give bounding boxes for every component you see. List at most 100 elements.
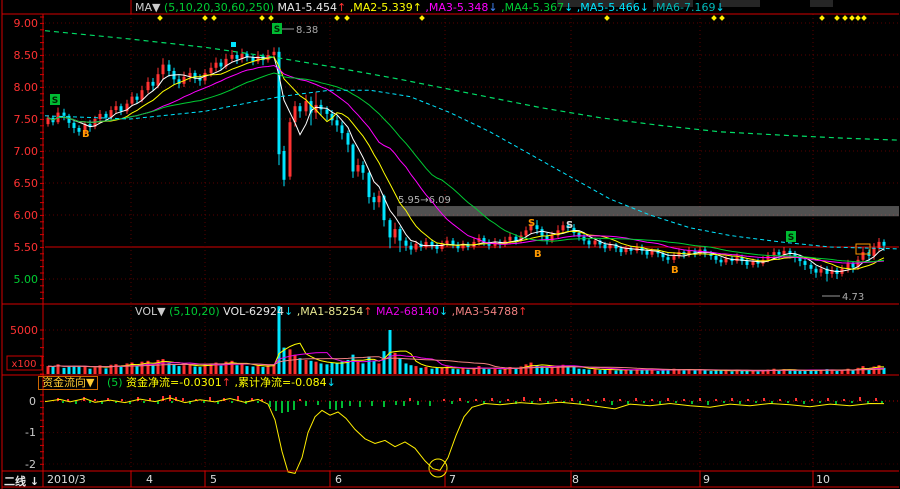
fund-bar-positive xyxy=(635,398,637,401)
candle-body xyxy=(394,229,397,237)
candle-body xyxy=(357,165,360,171)
fund-axis-label: -2 xyxy=(25,458,36,471)
fund-bar-positive xyxy=(523,397,525,401)
volume-bar xyxy=(662,370,665,374)
candle-body xyxy=(289,122,292,176)
ma-dropdown[interactable]: MA▼ xyxy=(135,1,160,14)
fund-bar-positive xyxy=(715,399,717,401)
fund-bar-positive xyxy=(299,399,301,401)
volume-bar xyxy=(551,367,554,374)
fund-bar-positive xyxy=(747,399,749,401)
volume-bar xyxy=(310,361,313,374)
volume-bar xyxy=(710,371,713,374)
fund-bar-positive xyxy=(699,398,701,401)
volume-bar xyxy=(178,366,181,374)
sell-signal-letter: S xyxy=(566,220,573,231)
candle-body xyxy=(63,113,66,116)
volume-bar xyxy=(378,363,381,374)
volume-bar xyxy=(47,366,50,374)
volume-bar xyxy=(220,366,223,374)
volume-bar xyxy=(262,367,265,374)
candle-body xyxy=(810,265,813,269)
volume-bar xyxy=(189,365,192,374)
candle-body xyxy=(620,248,623,252)
volume-bar xyxy=(405,363,408,374)
fund-bar-positive xyxy=(539,398,541,401)
fund-bar-positive xyxy=(779,399,781,401)
vol-dropdown[interactable]: VOL▼ xyxy=(135,305,166,318)
chart-canvas[interactable]: 5.95→6.099.008.508.007.507.006.506.005.5… xyxy=(0,0,900,489)
header-segment: MA1-5.454 xyxy=(278,1,337,14)
fund-bar-negative xyxy=(787,401,789,403)
volume-bar xyxy=(78,366,81,374)
volume-bar xyxy=(452,369,455,374)
fund-bar-negative xyxy=(595,401,597,403)
event-mark-icon xyxy=(719,15,725,21)
event-mark-icon xyxy=(855,15,861,21)
candle-body xyxy=(588,241,591,245)
event-mark-icon xyxy=(419,15,425,21)
candle-body xyxy=(326,109,329,113)
event-mark-icon xyxy=(861,15,867,21)
month-label: 2010/3 xyxy=(47,473,86,486)
candle-body xyxy=(436,246,439,249)
price-axis-label: 8.50 xyxy=(14,49,39,62)
volume-bar xyxy=(199,367,202,374)
main-indicator-header: MA▼ (5,10,20,30,60,250) MA1-5.454↑ ,MA2-… xyxy=(135,1,725,14)
candle-body xyxy=(152,82,155,86)
event-mark-icon xyxy=(711,15,717,21)
fundflow-dropdown[interactable]: 资金流向▼ xyxy=(38,376,98,390)
fund-bar-negative xyxy=(329,401,331,409)
fund-bar-negative xyxy=(627,401,629,404)
month-label: 8 xyxy=(572,473,579,486)
volume-bar xyxy=(525,364,528,374)
candle-body xyxy=(847,264,850,269)
volume-bar xyxy=(515,369,518,374)
event-mark-icon xyxy=(842,15,848,21)
header-segment: ↓ xyxy=(284,305,293,318)
candle-body xyxy=(720,260,723,263)
fund-bar-negative xyxy=(739,401,741,404)
candle-body xyxy=(883,242,886,246)
fund-bar-positive xyxy=(555,399,557,401)
candle-body xyxy=(115,106,118,110)
candle-body xyxy=(441,244,444,249)
volume-bar xyxy=(420,368,423,374)
fund-bar-positive xyxy=(507,399,509,401)
volume-bar xyxy=(305,360,308,374)
candle-body xyxy=(236,55,239,59)
volume-bar xyxy=(478,366,481,374)
header-segment: ,MA1-85254 xyxy=(293,305,363,318)
volume-bar xyxy=(715,370,718,374)
candle-body xyxy=(746,261,749,265)
volume-bar xyxy=(488,369,491,374)
stock-chart-window: 5.95→6.099.008.508.007.507.006.506.005.5… xyxy=(0,0,900,489)
volume-bar xyxy=(236,365,239,374)
candle-body xyxy=(515,237,518,241)
fund-bar-negative xyxy=(317,401,319,405)
header-segment: ↑ xyxy=(222,376,231,389)
header-segment: ↓ xyxy=(327,376,336,389)
volume-bar xyxy=(194,367,197,374)
candle-body xyxy=(336,120,339,125)
sell-signal-letter: S xyxy=(52,96,58,106)
fund-bar-negative xyxy=(755,401,757,403)
candle-body xyxy=(878,242,881,248)
candle-body xyxy=(715,256,718,260)
fund-bar-negative xyxy=(395,401,397,405)
fund-flow-line xyxy=(45,398,884,474)
candle-body xyxy=(725,259,728,263)
fund-bar-negative xyxy=(819,401,821,403)
price-axis-label: 5.50 xyxy=(14,241,39,254)
header-segment: (5) xyxy=(103,376,126,389)
volume-bar xyxy=(794,370,797,374)
header-segment: ,MA4-5.367 xyxy=(498,1,564,14)
candle-body xyxy=(815,269,818,273)
candle-body xyxy=(446,241,449,244)
fund-bar-positive xyxy=(491,398,493,401)
period-selector[interactable]: 二线 ↓ xyxy=(4,473,39,489)
volume-axis-label: 5000 xyxy=(10,324,38,337)
volume-bar xyxy=(852,370,855,374)
candle-body xyxy=(667,257,670,260)
candle-body xyxy=(136,97,139,100)
